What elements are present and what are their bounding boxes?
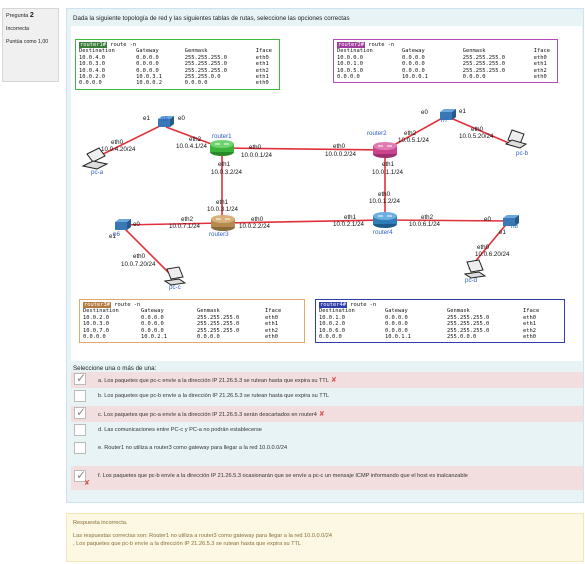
router2-icon [373,142,397,158]
router3-label: router3 [209,231,229,238]
n6-e0-label: e0 [133,221,140,228]
pcc-ip-label: 10.0.7.20/24 [121,261,156,268]
cross-icon: ✘ [318,410,325,418]
checkbox-c[interactable]: ✓ [74,405,87,419]
r1-eth1-ip-label: 10.0.3.2/24 [211,169,242,176]
pc-c-icon [163,266,187,286]
checkbox-d[interactable] [74,424,86,436]
option-a[interactable]: ✓ a. Los paquetes que pc-c envíe a la di… [71,371,583,388]
feedback-correct-1: Las respuestas correctas son: Router1 no… [73,532,333,539]
r4-eth0-label: eth0 [378,191,391,198]
pcd-ip-label: 10.0.6.20/24 [475,251,510,258]
n5-e0-label: e0 [178,115,185,122]
r3-eth0-label: eth0 [251,216,264,223]
n8-label: n8 [511,223,518,230]
pca-label: pc-a [91,169,104,176]
r3-eth0-ip-label: 10.0.2.2/24 [239,223,270,230]
checkbox-e[interactable] [74,442,86,454]
option-b[interactable]: b. Los paquetes que pc-b envíe a la dire… [71,389,583,405]
pcd-label: pc-d [465,277,478,284]
check-icon: ✓ [76,405,87,419]
n7-label: n7 [441,117,448,124]
r2-eth1-ip-label: 10.0.1.1/24 [372,169,403,176]
router1-label: router1 [212,133,232,140]
n7-e1-label: e1 [459,108,466,115]
pcc-eth0-label: eth0 [133,253,146,260]
question-box: Dada la siguiente topología de red y las… [66,8,584,503]
checkbox-b[interactable] [74,390,86,402]
r1-eth1-label: eth1 [218,161,231,168]
option-a-label: a. Los paquetes que pc-c envíe a la dire… [98,376,337,384]
router4-label: router4 [373,229,393,236]
pcb-label: pc-b [516,150,529,157]
pcc-label: pc-c [169,284,181,291]
pcb-ip-label: 10.0.5.20/24 [459,133,494,140]
r2-eth0-ip-label: 10.0.0.2/24 [325,151,356,158]
r4-eth2-ip-label: 10.0.6.1/24 [409,221,440,228]
option-b-label: b. Los paquetes que pc-b envíe a la dire… [98,393,330,399]
r3-eth1-ip-label: 10.0.3.1/24 [207,206,238,213]
question-state: Incorrecta [6,26,30,32]
question-info: Pregunta 2 Incorrecta Puntúa como 1,00 [2,8,59,82]
feedback-box: Respuesta incorrecta. Las respuestas cor… [66,513,584,562]
r3-eth2-ip-label: 10.0.7.1/24 [169,223,200,230]
network-topology-image: router1# route -n Destination Gateway Genm… [71,26,582,361]
r4-eth1-label: eth1 [344,214,357,221]
n8-e0-label: e0 [484,216,491,223]
r4-eth0-ip-label: 10.0.1.2/24 [369,198,400,205]
pcd-eth0-label: eth0 [477,244,490,251]
n5-e1-label: e1 [143,115,150,122]
router4-icon [373,212,397,228]
cross-icon: ✘ [330,376,337,384]
r2-eth2-label: eth2 [404,130,417,137]
option-d[interactable]: d. Las comunicaciones entre PC-c y PC-a … [71,423,583,439]
router2-label: router2 [367,130,387,137]
router3-icon [211,215,235,231]
n6-label: n6 [113,231,120,238]
feedback-correct-2: , Los paquetes que pc-b envíe a la direc… [73,541,302,547]
n8-e1-label: e1 [499,229,506,236]
pcb-eth0-label: eth0 [471,126,484,133]
pca-eth0-label: eth0 [111,139,124,146]
pca-ip-label: 10.0.4.20/24 [101,146,136,153]
option-e[interactable]: e. Router1 no utiliza a router3 como gat… [71,441,583,457]
r2-eth0-label: eth0 [333,143,346,150]
topology-devices [81,109,528,286]
cross-icon: ✘ [84,479,90,487]
r1-eth2-ip-label: 10.0.4.1/24 [176,143,207,150]
n7-e0-label: e0 [421,109,428,116]
r1-eth2-label: eth2 [189,136,202,143]
n5-label: n5 [161,116,168,123]
router1-icon [210,140,234,156]
option-f-label: f. Los paquetes que pc-b envíe a la dire… [98,473,468,479]
r3-eth2-label: eth2 [181,216,194,223]
question-text: Dada la siguiente topología de red y las… [73,15,350,22]
r4-eth1-ip-label: 10.0.2.1/24 [333,221,364,228]
feedback-status: Respuesta incorrecta. [73,520,128,526]
r4-eth2-label: eth2 [421,214,434,221]
r3-eth1-label: eth1 [216,199,229,206]
pc-b-icon [504,129,528,149]
option-d-label: d. Las comunicaciones entre PC-c y PC-a … [98,427,262,433]
question-number: Pregunta 2 [6,12,34,19]
r1-eth0-ip-label: 10.0.0.1/24 [241,152,272,159]
r2-eth1-label: eth1 [382,161,395,168]
option-f[interactable]: ✓ f. Los paquetes que pc-b envíe a la di… [71,466,583,490]
r2-eth2-ip-label: 10.0.5.1/24 [398,137,429,144]
option-c-label: c. Los paquetes que pc-a envíe a la dire… [98,410,325,418]
switch-n6-icon [115,219,131,230]
option-c[interactable]: ✓ c. Los paquetes que pc-a envíe a la di… [71,405,583,422]
checkbox-a[interactable]: ✓ [74,371,87,385]
pc-d-icon [463,259,487,279]
question-mark: Puntúa como 1,00 [6,39,49,45]
r1-eth0-label: eth0 [249,144,262,151]
option-e-label: e. Router1 no utiliza a router3 como gat… [98,445,288,451]
check-icon: ✓ [76,371,87,385]
